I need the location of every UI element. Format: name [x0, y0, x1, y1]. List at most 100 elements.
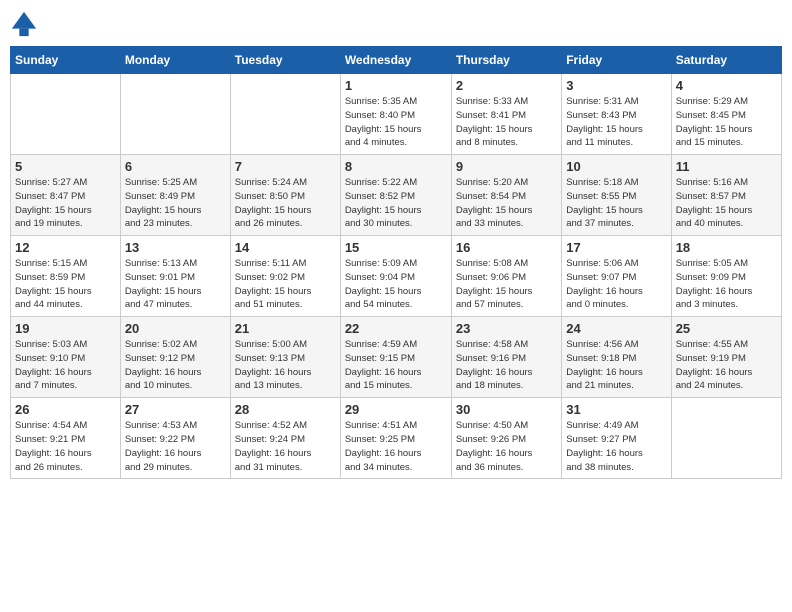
calendar-cell: 21 Sunrise: 5:00 AM Sunset: 9:13 PM Dayli…: [230, 317, 340, 398]
calendar-cell: 13 Sunrise: 5:13 AM Sunset: 9:01 PM Dayli…: [120, 236, 230, 317]
day-info: Sunrise: 5:24 AM Sunset: 8:50 PM Dayligh…: [235, 176, 336, 231]
day-info: Sunrise: 5:09 AM Sunset: 9:04 PM Dayligh…: [345, 257, 447, 312]
day-info: Sunrise: 4:55 AM Sunset: 9:19 PM Dayligh…: [676, 338, 777, 393]
day-info: Sunrise: 5:31 AM Sunset: 8:43 PM Dayligh…: [566, 95, 666, 150]
day-info: Sunrise: 5:33 AM Sunset: 8:41 PM Dayligh…: [456, 95, 557, 150]
day-info: Sunrise: 4:56 AM Sunset: 9:18 PM Dayligh…: [566, 338, 666, 393]
calendar-cell: 17Sunrise: 5:06 AM Sunset: 9:07 PM Dayli…: [562, 236, 671, 317]
day-info: Sunrise: 5:02 AM Sunset: 9:12 PM Dayligh…: [125, 338, 226, 393]
calendar-week-3: 12 Sunrise: 5:15 AM Sunset: 8:59 PM Dayli…: [11, 236, 782, 317]
calendar-cell: 12 Sunrise: 5:15 AM Sunset: 8:59 PM Dayli…: [11, 236, 121, 317]
calendar-cell: 16 Sunrise: 5:08 AM Sunset: 9:06 PM Dayli…: [451, 236, 561, 317]
day-number: 13: [125, 240, 226, 255]
day-number: 8: [345, 159, 447, 174]
calendar-cell: 11Sunrise: 5:16 AM Sunset: 8:57 PM Dayli…: [671, 155, 781, 236]
calendar-week-1: 1 Sunrise: 5:35 AM Sunset: 8:40 PM Daylig…: [11, 74, 782, 155]
day-number: 5: [15, 159, 116, 174]
column-header-tuesday: Tuesday: [230, 47, 340, 74]
day-number: 3: [566, 78, 666, 93]
day-number: 21: [235, 321, 336, 336]
calendar-cell: 23 Sunrise: 4:58 AM Sunset: 9:16 PM Dayli…: [451, 317, 561, 398]
day-info: Sunrise: 4:59 AM Sunset: 9:15 PM Dayligh…: [345, 338, 447, 393]
day-info: Sunrise: 5:35 AM Sunset: 8:40 PM Dayligh…: [345, 95, 447, 150]
day-number: 20: [125, 321, 226, 336]
day-number: 22: [345, 321, 447, 336]
column-header-monday: Monday: [120, 47, 230, 74]
day-number: 28: [235, 402, 336, 417]
day-number: 24: [566, 321, 666, 336]
page-header: [10, 10, 782, 38]
day-number: 25: [676, 321, 777, 336]
day-number: 30: [456, 402, 557, 417]
calendar-cell: [671, 398, 781, 479]
day-number: 2: [456, 78, 557, 93]
calendar-cell: 8Sunrise: 5:22 AM Sunset: 8:52 PM Daylig…: [340, 155, 451, 236]
day-number: 23: [456, 321, 557, 336]
day-info: Sunrise: 5:00 AM Sunset: 9:13 PM Dayligh…: [235, 338, 336, 393]
calendar-cell: 19 Sunrise: 5:03 AM Sunset: 9:10 PM Dayli…: [11, 317, 121, 398]
day-info: Sunrise: 4:49 AM Sunset: 9:27 PM Dayligh…: [566, 419, 666, 474]
day-number: 18: [676, 240, 777, 255]
calendar-cell: 14Sunrise: 5:11 AM Sunset: 9:02 PM Dayli…: [230, 236, 340, 317]
day-number: 6: [125, 159, 226, 174]
day-number: 27: [125, 402, 226, 417]
logo-icon: [10, 10, 38, 38]
day-number: 16: [456, 240, 557, 255]
calendar-cell: 25 Sunrise: 4:55 AM Sunset: 9:19 PM Dayli…: [671, 317, 781, 398]
day-number: 17: [566, 240, 666, 255]
calendar-cell: 24 Sunrise: 4:56 AM Sunset: 9:18 PM Dayli…: [562, 317, 671, 398]
day-info: Sunrise: 5:05 AM Sunset: 9:09 PM Dayligh…: [676, 257, 777, 312]
calendar-cell: 31 Sunrise: 4:49 AM Sunset: 9:27 PM Dayli…: [562, 398, 671, 479]
calendar-cell: 6 Sunrise: 5:25 AM Sunset: 8:49 PM Daylig…: [120, 155, 230, 236]
column-header-friday: Friday: [562, 47, 671, 74]
column-header-sunday: Sunday: [11, 47, 121, 74]
day-number: 10: [566, 159, 666, 174]
day-info: Sunrise: 4:50 AM Sunset: 9:26 PM Dayligh…: [456, 419, 557, 474]
day-info: Sunrise: 5:15 AM Sunset: 8:59 PM Dayligh…: [15, 257, 116, 312]
day-number: 4: [676, 78, 777, 93]
day-number: 1: [345, 78, 447, 93]
calendar-cell: 28 Sunrise: 4:52 AM Sunset: 9:24 PM Dayli…: [230, 398, 340, 479]
calendar-table: SundayMondayTuesdayWednesdayThursdayFrid…: [10, 46, 782, 479]
calendar-cell: 5 Sunrise: 5:27 AM Sunset: 8:47 PM Daylig…: [11, 155, 121, 236]
calendar-header-row: SundayMondayTuesdayWednesdayThursdayFrid…: [11, 47, 782, 74]
calendar-cell: [230, 74, 340, 155]
logo: [10, 10, 42, 38]
calendar-cell: 7Sunrise: 5:24 AM Sunset: 8:50 PM Daylig…: [230, 155, 340, 236]
column-header-wednesday: Wednesday: [340, 47, 451, 74]
calendar-cell: 2 Sunrise: 5:33 AM Sunset: 8:41 PM Daylig…: [451, 74, 561, 155]
calendar-cell: 9Sunrise: 5:20 AM Sunset: 8:54 PM Daylig…: [451, 155, 561, 236]
day-info: Sunrise: 5:27 AM Sunset: 8:47 PM Dayligh…: [15, 176, 116, 231]
day-info: Sunrise: 5:29 AM Sunset: 8:45 PM Dayligh…: [676, 95, 777, 150]
calendar-cell: 27 Sunrise: 4:53 AM Sunset: 9:22 PM Dayli…: [120, 398, 230, 479]
day-number: 29: [345, 402, 447, 417]
day-info: Sunrise: 4:54 AM Sunset: 9:21 PM Dayligh…: [15, 419, 116, 474]
day-info: Sunrise: 5:03 AM Sunset: 9:10 PM Dayligh…: [15, 338, 116, 393]
calendar-week-2: 5 Sunrise: 5:27 AM Sunset: 8:47 PM Daylig…: [11, 155, 782, 236]
calendar-cell: 1 Sunrise: 5:35 AM Sunset: 8:40 PM Daylig…: [340, 74, 451, 155]
day-info: Sunrise: 4:52 AM Sunset: 9:24 PM Dayligh…: [235, 419, 336, 474]
calendar-cell: 10 Sunrise: 5:18 AM Sunset: 8:55 PM Dayli…: [562, 155, 671, 236]
day-info: Sunrise: 5:08 AM Sunset: 9:06 PM Dayligh…: [456, 257, 557, 312]
day-number: 15: [345, 240, 447, 255]
calendar-week-5: 26 Sunrise: 4:54 AM Sunset: 9:21 PM Dayli…: [11, 398, 782, 479]
calendar-cell: 20 Sunrise: 5:02 AM Sunset: 9:12 PM Dayli…: [120, 317, 230, 398]
day-number: 12: [15, 240, 116, 255]
day-number: 19: [15, 321, 116, 336]
calendar-cell: 26 Sunrise: 4:54 AM Sunset: 9:21 PM Dayli…: [11, 398, 121, 479]
column-header-thursday: Thursday: [451, 47, 561, 74]
day-number: 31: [566, 402, 666, 417]
calendar-week-4: 19 Sunrise: 5:03 AM Sunset: 9:10 PM Dayli…: [11, 317, 782, 398]
day-number: 9: [456, 159, 557, 174]
calendar-cell: [120, 74, 230, 155]
day-info: Sunrise: 4:58 AM Sunset: 9:16 PM Dayligh…: [456, 338, 557, 393]
calendar-cell: 18 Sunrise: 5:05 AM Sunset: 9:09 PM Dayli…: [671, 236, 781, 317]
calendar-cell: 29Sunrise: 4:51 AM Sunset: 9:25 PM Dayli…: [340, 398, 451, 479]
day-info: Sunrise: 5:25 AM Sunset: 8:49 PM Dayligh…: [125, 176, 226, 231]
day-info: Sunrise: 5:16 AM Sunset: 8:57 PM Dayligh…: [676, 176, 777, 231]
day-info: Sunrise: 5:18 AM Sunset: 8:55 PM Dayligh…: [566, 176, 666, 231]
day-info: Sunrise: 5:13 AM Sunset: 9:01 PM Dayligh…: [125, 257, 226, 312]
day-number: 26: [15, 402, 116, 417]
day-info: Sunrise: 4:53 AM Sunset: 9:22 PM Dayligh…: [125, 419, 226, 474]
calendar-cell: [11, 74, 121, 155]
